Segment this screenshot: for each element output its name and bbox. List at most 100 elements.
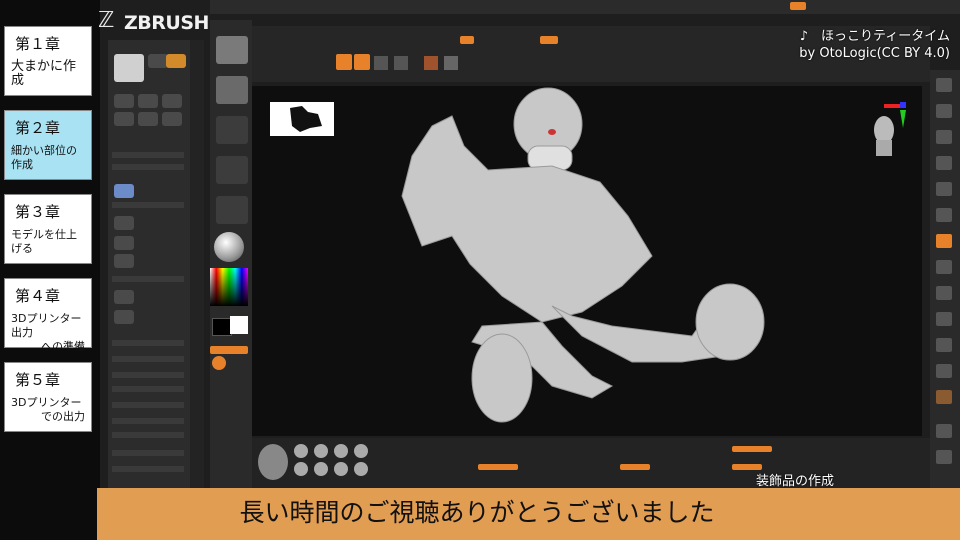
panel-row[interactable] [112,372,184,378]
tool-thumb-3[interactable] [166,54,186,68]
texture-button[interactable] [216,156,248,184]
subtool-item[interactable] [114,216,134,230]
spix-icon[interactable] [936,104,952,118]
panel-row[interactable] [112,340,184,346]
actual-icon[interactable] [936,182,952,196]
aahalf-icon[interactable] [936,208,952,222]
chapter-3-number: 第３章 [15,203,61,221]
chapter-1-number: 第１章 [15,35,61,53]
tool-thumbnail[interactable] [114,54,144,82]
panel-row[interactable] [112,418,184,424]
secondary-color-swatch[interactable] [212,318,232,336]
brush-standard-icon[interactable] [314,444,328,458]
tool-thumb-2[interactable] [148,54,168,68]
transp-icon[interactable] [936,450,952,464]
brush-preview-icon[interactable] [258,444,288,480]
color-picker[interactable] [210,268,248,306]
focal-shift-slider[interactable] [732,446,772,452]
brush-trim-icon[interactable] [334,462,348,476]
bpr-icon[interactable] [936,78,952,92]
panel-row[interactable] [112,402,184,408]
chapter-4-title-line1: 3Dプリンター出力 [11,312,82,339]
panel-row[interactable] [112,164,184,170]
draw-mode-button[interactable] [336,54,352,70]
rotate-icon[interactable] [936,390,952,404]
subtool-thumb-5[interactable] [138,112,158,126]
scale-icon[interactable] [936,364,952,378]
panel-row[interactable] [112,432,184,438]
music-credit: ♪ ほっこりティータイム by OtoLogic(CC BY 4.0) [700,28,950,62]
chapter-3-card[interactable]: 第３章 モデルを仕上げる [4,194,92,264]
subtool-thumb-3[interactable] [162,94,182,108]
persp-icon[interactable] [936,234,952,248]
floor-icon[interactable] [936,260,952,274]
panel-row[interactable] [112,466,184,472]
chapter-1-card[interactable]: 第１章 大まかに作成 [4,26,92,96]
brush-move-icon[interactable] [334,444,348,458]
sculpt-model[interactable] [252,86,922,436]
chapter-5-title-line1: 3Dプリンター [11,396,82,409]
polyf-icon[interactable] [936,424,952,438]
move-mode-button[interactable] [354,54,370,70]
chapter-2-card[interactable]: 第２章 細かい部位の作成 [4,110,92,180]
rotate-mode-button[interactable] [394,56,408,70]
panel-row[interactable] [112,356,184,362]
panel-row[interactable] [112,202,184,208]
color-button[interactable] [444,56,458,70]
alpha-button[interactable] [216,116,248,144]
chapter-5-card[interactable]: 第５章 3Dプリンター での出力 [4,362,92,432]
brush-damstandard-icon[interactable] [354,444,368,458]
chapter-4-title-line2: への準備 [41,340,85,353]
local-icon[interactable] [936,286,952,300]
material-button[interactable] [424,56,438,70]
panel-row[interactable] [112,386,184,392]
shelf-button[interactable] [216,196,248,224]
chapter-4-card[interactable]: 第４章 3Dプリンター出力 への準備 [4,278,92,353]
panel-row[interactable] [112,450,184,456]
palette-scrollbar[interactable] [190,40,204,490]
primary-color-swatch[interactable] [230,316,248,334]
section-caption: 装飾品の作成 [755,474,834,489]
light-icon[interactable] [212,356,226,370]
lsym-icon[interactable] [936,312,952,326]
subtool-item[interactable] [114,290,134,304]
subtool-thumb-1[interactable] [114,94,134,108]
axis-gizmo-icon[interactable] [882,100,906,130]
brush-clay-icon[interactable] [294,444,308,458]
chapter-2-number: 第２章 [15,119,61,137]
chapter-4-number: 第４章 [15,287,61,305]
brush-snake-icon[interactable] [354,462,368,476]
subtool-item-selected[interactable] [114,184,134,198]
subtool-item[interactable] [114,254,134,268]
move-icon[interactable] [936,338,952,352]
brush-button[interactable] [216,36,248,64]
toggle-button-3[interactable] [790,2,806,10]
toggle-button-2[interactable] [540,36,558,44]
panel-row[interactable] [112,152,184,158]
music-title: ♪ ほっこりティータイム [799,29,950,44]
brush-inflate-icon[interactable] [294,462,308,476]
scroll-icon[interactable] [936,130,952,144]
subtitle-text: 長い時間のご視聴ありがとうございました [239,498,715,527]
brush-pinch-icon[interactable] [314,462,328,476]
rgb-intensity-slider[interactable] [620,464,650,470]
menu-bar[interactable] [210,0,960,14]
material-sphere-icon[interactable] [214,232,244,262]
subtool-item[interactable] [114,310,134,324]
logo-text: ZBRUSH [124,12,209,34]
canvas-viewport[interactable] [252,86,922,436]
subtool-thumb-4[interactable] [114,112,134,126]
scale-mode-button[interactable] [374,56,388,70]
chapter-1-title: 大まかに作成 [11,59,77,88]
model-right-foot [695,283,765,361]
stroke-button[interactable] [216,76,248,104]
subtool-item[interactable] [114,236,134,250]
toggle-button-1[interactable] [460,36,474,44]
switch-color-button[interactable] [210,346,248,354]
zadd-button[interactable] [478,464,518,470]
chapter-3-title: モデルを仕上げる [11,228,77,255]
panel-row[interactable] [112,276,184,282]
subtool-thumb-6[interactable] [162,112,182,126]
subtool-thumb-2[interactable] [138,94,158,108]
zoom-icon[interactable] [936,156,952,170]
